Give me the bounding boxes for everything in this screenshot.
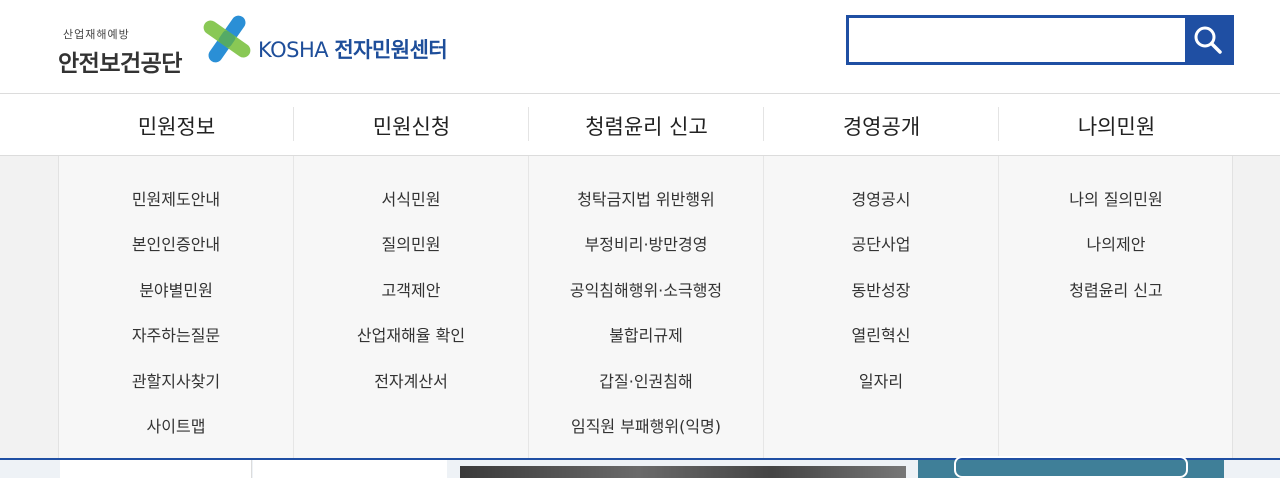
menu-column-complaint-apply: 서식민원 질의민원 고객제안 산업재해율 확인 전자계산서 — [294, 156, 529, 458]
menu-link[interactable]: 본인인증안내 — [59, 235, 293, 255]
search-box — [846, 15, 1234, 65]
logo-brand: KOSHA — [258, 38, 329, 62]
menu-link[interactable]: 나의 질의민원 — [999, 190, 1233, 210]
logo-tagline: 산업재해예방 — [63, 28, 130, 41]
logo-service-name: KOSHA 전자민원센터 — [258, 34, 448, 64]
menu-link[interactable]: 산업재해율 확인 — [294, 326, 528, 346]
menu-link[interactable]: 민원제도안내 — [59, 190, 293, 210]
menu-link[interactable]: 임직원 부패행위(익명) — [529, 417, 763, 437]
menu-link[interactable]: 갑질·인권침해 — [529, 372, 763, 392]
kosha-logo[interactable]: 산업재해예방 안전보건공단 KOSHA 전자민원센터 — [58, 8, 458, 78]
menu-link[interactable]: 공단사업 — [764, 235, 998, 255]
menu-link[interactable]: 사이트맵 — [59, 417, 293, 437]
logo-cross-icon — [203, 15, 251, 63]
banner-image — [460, 466, 906, 478]
menu-link[interactable]: 자주하는질문 — [59, 326, 293, 346]
search-icon — [1194, 26, 1222, 54]
banner-button[interactable] — [954, 456, 1188, 478]
nav-item-integrity-report[interactable]: 청렴윤리 신고 — [529, 95, 764, 156]
menu-link[interactable]: 관할지사찾기 — [59, 372, 293, 392]
teal-banner — [918, 456, 1224, 478]
logo-org-name: 안전보건공단 — [58, 51, 182, 77]
menu-column-complaint-info: 민원제도안내 본인인증안내 분야별민원 자주하는질문 관할지사찾기 사이트맵 — [59, 156, 294, 458]
nav-item-my-complaints[interactable]: 나의민원 — [999, 95, 1234, 156]
menu-link[interactable]: 일자리 — [764, 372, 998, 392]
menu-link[interactable]: 경영공시 — [764, 190, 998, 210]
page-content-peek — [0, 456, 1280, 478]
content-panel — [60, 460, 252, 478]
site-header: 산업재해예방 안전보건공단 KOSHA 전자민원센터 — [0, 0, 1280, 94]
menu-link[interactable]: 동반성장 — [764, 281, 998, 301]
menu-column-integrity-report: 청탁금지법 위반행위 부정비리·방만경영 공익침해행위·소극행정 불합리규제 갑… — [529, 156, 764, 458]
nav-item-complaint-info[interactable]: 민원정보 — [59, 95, 294, 156]
menu-link[interactable]: 서식민원 — [294, 190, 528, 210]
menu-link[interactable]: 불합리규제 — [529, 326, 763, 346]
menu-link[interactable]: 고객제안 — [294, 281, 528, 301]
search-input[interactable] — [849, 18, 1185, 62]
menu-column-management-disclosure: 경영공시 공단사업 동반성장 열린혁신 일자리 — [764, 156, 999, 458]
content-panel — [253, 460, 447, 478]
menu-link[interactable]: 청탁금지법 위반행위 — [529, 190, 763, 210]
menu-link[interactable]: 질의민원 — [294, 235, 528, 255]
menu-link[interactable]: 열린혁신 — [764, 326, 998, 346]
menu-link[interactable]: 분야별민원 — [59, 281, 293, 301]
mega-menu: 민원제도안내 본인인증안내 분야별민원 자주하는질문 관할지사찾기 사이트맵 서… — [0, 156, 1280, 458]
menu-link[interactable]: 전자계산서 — [294, 372, 528, 392]
mega-menu-margin — [1232, 156, 1280, 458]
mega-menu-margin — [0, 156, 59, 458]
main-nav: 민원정보 민원신청 청렴윤리 신고 경영공개 나의민원 — [0, 95, 1280, 156]
nav-item-management-disclosure[interactable]: 경영공개 — [764, 95, 999, 156]
logo-service: 전자민원센터 — [334, 38, 448, 62]
menu-link[interactable]: 부정비리·방만경영 — [529, 235, 763, 255]
menu-link[interactable]: 청렴윤리 신고 — [999, 281, 1233, 301]
menu-link[interactable]: 공익침해행위·소극행정 — [529, 281, 763, 301]
menu-column-my-complaints: 나의 질의민원 나의제안 청렴윤리 신고 — [999, 156, 1234, 458]
menu-link[interactable]: 나의제안 — [999, 235, 1233, 255]
search-button[interactable] — [1185, 18, 1231, 62]
nav-item-complaint-apply[interactable]: 민원신청 — [294, 95, 529, 156]
